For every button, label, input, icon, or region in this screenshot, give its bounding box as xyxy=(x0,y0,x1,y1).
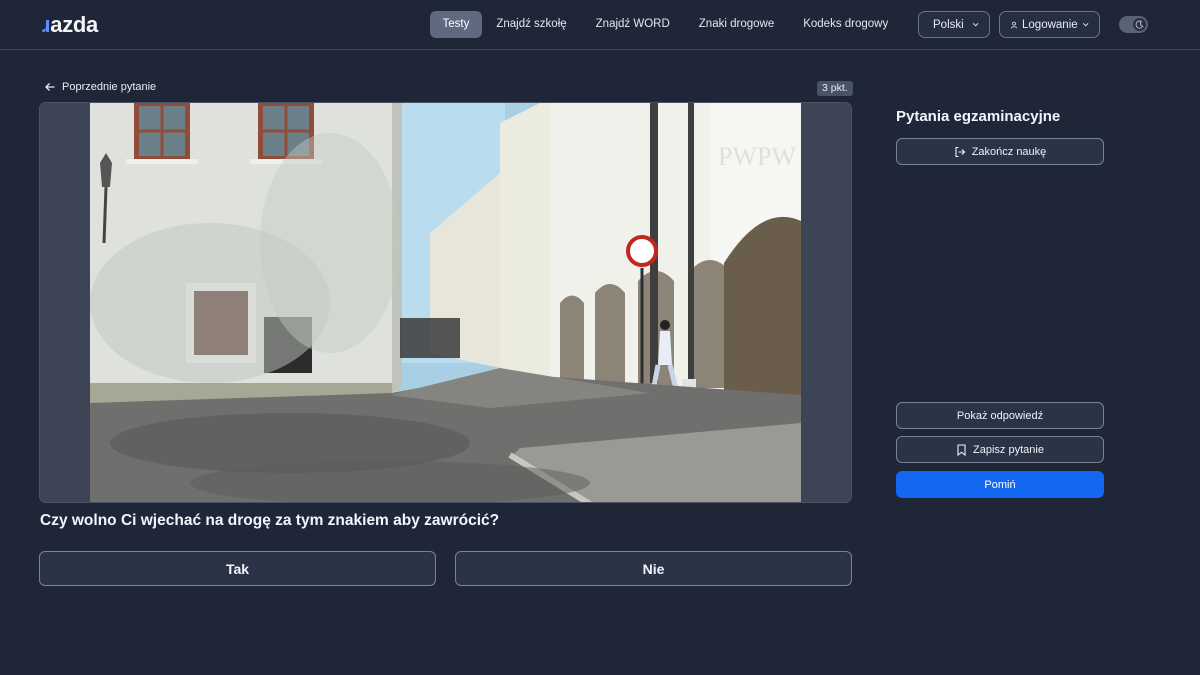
end-study-label: Zakończ naukę xyxy=(971,145,1047,158)
nav-item-find-school[interactable]: Znajdź szkołę xyxy=(482,11,581,38)
moon-icon xyxy=(1135,20,1144,29)
chevron-down-icon xyxy=(1082,22,1089,27)
points-badge: 3 pkt. xyxy=(817,81,853,96)
answer-no-button[interactable]: Nie xyxy=(455,551,852,586)
user-icon xyxy=(1010,21,1018,28)
previous-question-label: Poprzednie pytanie xyxy=(62,81,157,93)
nav-item-find-word[interactable]: Znajdź WORD xyxy=(581,11,684,38)
logo[interactable]: ɹazda xyxy=(42,12,98,38)
chevron-down-icon xyxy=(972,22,979,27)
exit-icon xyxy=(955,146,965,157)
logo-text: azda xyxy=(50,12,98,37)
question-media: PWPW xyxy=(39,102,852,503)
nav-item-traffic-code[interactable]: Kodeks drogowy xyxy=(789,11,903,38)
question-text: Czy wolno Ci wjechać na drogę za tym zna… xyxy=(40,512,500,529)
theme-knob xyxy=(1133,18,1146,31)
skip-label: Pomiń xyxy=(984,478,1016,491)
language-select[interactable]: Polski xyxy=(918,11,990,38)
nav-item-testy[interactable]: Testy xyxy=(430,11,482,38)
answer-yes-button[interactable]: Tak xyxy=(39,551,436,586)
skip-button[interactable]: Pomiń xyxy=(896,471,1104,498)
theme-toggle[interactable] xyxy=(1119,16,1148,33)
save-question-label: Zapisz pytanie xyxy=(973,443,1044,456)
login-button[interactable]: Logowanie xyxy=(999,11,1100,38)
nav-item-road-signs[interactable]: Znaki drogowe xyxy=(684,11,788,38)
language-label: Polski xyxy=(933,18,964,31)
end-study-button[interactable]: Zakończ naukę xyxy=(896,138,1104,165)
arrow-left-icon xyxy=(45,83,55,91)
sidebar-title: Pytania egzaminacyjne xyxy=(896,108,1061,125)
show-answer-button[interactable]: Pokaż odpowiedź xyxy=(896,402,1104,429)
main-nav: Testy Znajdź szkołę Znajdź WORD Znaki dr… xyxy=(430,11,955,38)
show-answer-label: Pokaż odpowiedź xyxy=(956,409,1044,422)
street-scene-image: PWPW xyxy=(90,103,801,502)
login-label: Logowanie xyxy=(1022,18,1078,31)
image-watermark: PWPW xyxy=(718,142,796,171)
save-question-button[interactable]: Zapisz pytanie xyxy=(896,436,1104,463)
top-navbar: ɹazda Testy Znajdź szkołę Znajdź WORD Zn… xyxy=(0,0,1200,50)
previous-question-link[interactable]: Poprzednie pytanie xyxy=(44,81,156,93)
bookmark-icon xyxy=(957,443,966,456)
